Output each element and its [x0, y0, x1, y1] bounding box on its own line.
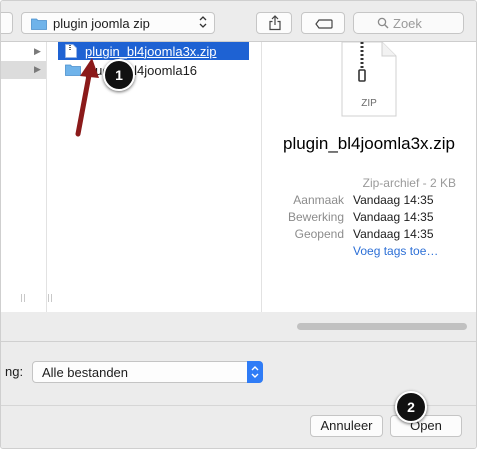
- annotation-badge-2: 2: [395, 391, 427, 423]
- annotation-arrow: [75, 58, 99, 137]
- annotation-badge-1: 1: [103, 59, 135, 91]
